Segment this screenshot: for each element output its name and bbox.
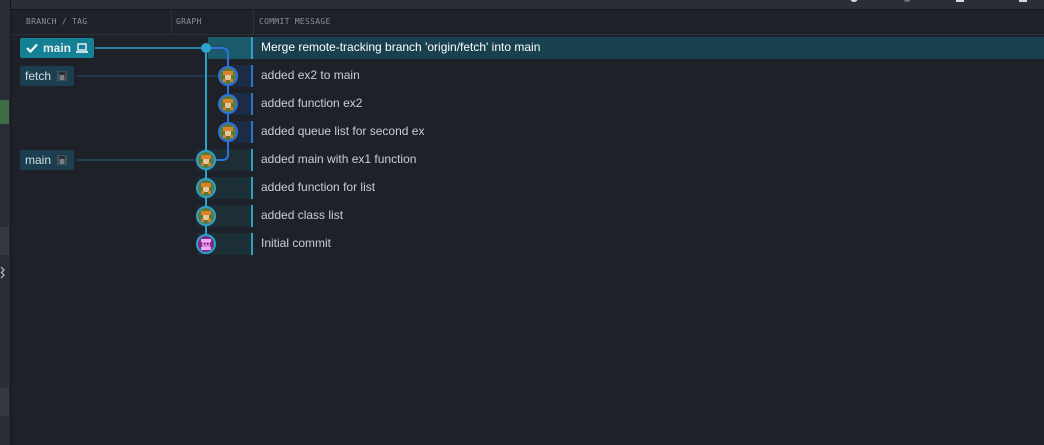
remote-avatar-icon: [57, 155, 68, 165]
remote-avatar-icon: [57, 71, 68, 81]
author-avatar-icon[interactable]: [196, 150, 216, 170]
author-avatar-icon[interactable]: [218, 66, 238, 86]
commit-graph: [77, 43, 229, 244]
laptop-icon: [76, 43, 89, 53]
branch-tag-main-remote[interactable]: main: [20, 150, 75, 170]
merge-commit-dot[interactable]: [201, 43, 211, 53]
author-avatar-icon[interactable]: [218, 122, 238, 142]
author-avatar-icon[interactable]: [196, 206, 216, 226]
branch-tag-main-local[interactable]: main: [20, 38, 95, 58]
branch-name: main: [43, 41, 72, 55]
branch-tag-fetch-remote[interactable]: fetch: [20, 66, 75, 86]
author-avatar-icon[interactable]: [196, 178, 216, 198]
branch-name: fetch: [25, 69, 52, 83]
author-avatar-icon[interactable]: [196, 234, 216, 254]
branch-name: main: [25, 153, 52, 167]
check-icon: [26, 43, 38, 54]
author-avatar-icon[interactable]: [218, 94, 238, 114]
git-client-window: BRANCH / TAG GRAPH COMMIT MESSAGE Merge …: [0, 0, 1044, 445]
